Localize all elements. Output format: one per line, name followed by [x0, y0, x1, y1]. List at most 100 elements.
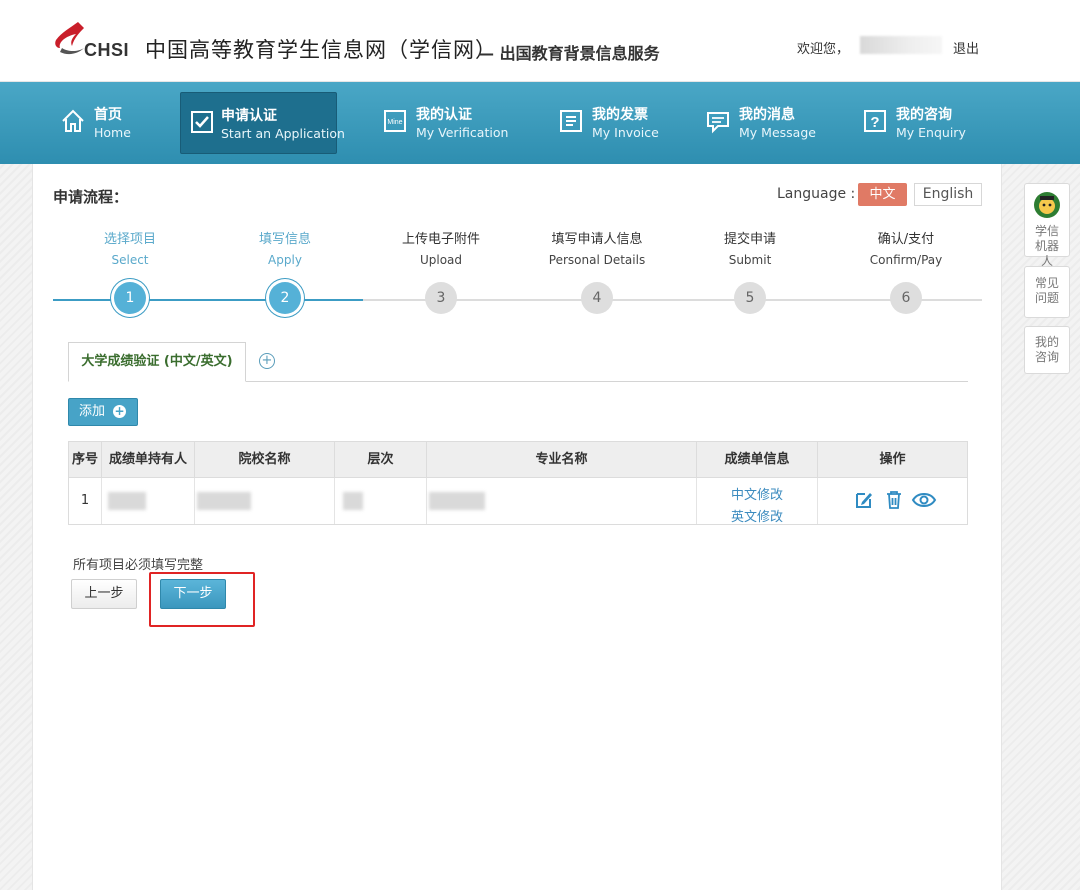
step-label-en: Apply — [268, 253, 302, 267]
lang-chinese-button[interactable]: 中文 — [858, 183, 907, 206]
logo-text: CHSI — [84, 40, 130, 60]
col-transcript-info: 成绩单信息 — [697, 442, 818, 478]
step-submit: 提交申请 Submit 5 — [680, 228, 820, 314]
site-header: CHSI 中国高等教育学生信息网（学信网） — 出国教育背景信息服务 欢迎您， … — [0, 0, 1080, 82]
step-number: 1 — [114, 282, 146, 314]
step-apply: 填写信息 Apply 2 — [215, 228, 355, 314]
next-button-highlight — [149, 572, 255, 627]
sidebar-robot-label: 学信机器人 — [1034, 224, 1059, 268]
records-table: 序号 成绩单持有人 院校名称 层次 专业名称 成绩单信息 操作 1 中文修改 英… — [68, 441, 968, 525]
step-number: 5 — [734, 282, 766, 314]
main-panel: 申请流程： Language : 中文 English 选择项目 Select … — [32, 164, 1002, 890]
checkbox-icon — [191, 111, 213, 133]
col-holder: 成绩单持有人 — [102, 442, 195, 478]
nav-enquiry-label: 我的咨询 — [896, 107, 952, 123]
major-redacted — [427, 478, 697, 524]
nav-message-label: 我的消息 — [739, 107, 795, 123]
sidebar-faq-label: 常见问题 — [1034, 276, 1059, 305]
step-label-cn: 填写申请人信息 — [551, 232, 643, 247]
nav-my-message[interactable]: 我的消息 My Message — [699, 92, 819, 154]
edit-icon[interactable] — [854, 490, 874, 510]
home-icon — [62, 109, 84, 132]
step-label-cn: 选择项目 — [103, 232, 156, 247]
mine-icon: Mine — [384, 110, 406, 132]
language-label: Language : — [777, 186, 856, 202]
nav-home-en: Home — [94, 125, 131, 140]
sidebar-faq[interactable]: 常见问题 — [1024, 266, 1070, 318]
nav-home[interactable]: 首页 Home — [54, 92, 144, 154]
previous-step-button[interactable]: 上一步 — [71, 579, 137, 609]
nav-verification-en: My Verification — [416, 125, 509, 140]
sidebar-enquiry[interactable]: 我的咨询 — [1024, 326, 1070, 374]
step-label-en: Select — [111, 253, 149, 267]
question-icon: ? — [864, 110, 886, 132]
transcript-links: 中文修改 英文修改 — [697, 478, 818, 525]
username-redacted — [860, 36, 942, 54]
nav-enquiry-en: My Enquiry — [896, 125, 966, 140]
nav-my-verification[interactable]: Mine 我的认证 My Verification — [376, 92, 516, 154]
nav-message-en: My Message — [739, 125, 816, 140]
svg-text:?: ? — [870, 114, 879, 131]
col-school: 院校名称 — [195, 442, 335, 478]
site-title: 中国高等教育学生信息网（学信网） — [145, 38, 497, 62]
view-eye-icon[interactable] — [911, 490, 937, 510]
logout-link[interactable]: 退出 — [953, 38, 979, 57]
add-tab-icon[interactable]: + — [259, 353, 275, 369]
step-confirm-pay: 确认/支付 Confirm/Pay 6 — [836, 228, 976, 314]
col-major: 专业名称 — [427, 442, 697, 478]
step-label-en: Submit — [728, 253, 772, 267]
step-label-en: Personal Details — [548, 253, 646, 267]
main-nav: 首页 Home 申请认证 Start an Application Mine 我… — [0, 82, 1080, 164]
table-header: 序号 成绩单持有人 院校名称 层次 专业名称 成绩单信息 操作 — [69, 442, 967, 478]
step-label-cn: 填写信息 — [258, 232, 311, 247]
row-actions — [818, 478, 967, 524]
lang-english-button[interactable]: English — [914, 183, 982, 206]
step-label-cn: 上传电子附件 — [401, 232, 480, 247]
nav-invoice-en: My Invoice — [592, 125, 659, 140]
nav-start-application[interactable]: 申请认证 Start an Application — [180, 92, 345, 154]
col-index: 序号 — [69, 442, 102, 478]
nav-invoice-label: 我的发票 — [592, 107, 648, 123]
step-label-cn: 提交申请 — [723, 232, 776, 247]
robot-avatar-icon — [1034, 192, 1060, 218]
nav-my-invoice[interactable]: 我的发票 My Invoice — [552, 92, 672, 154]
step-label-en: Confirm/Pay — [869, 253, 943, 267]
add-button[interactable]: 添加 + — [68, 398, 138, 426]
col-actions: 操作 — [879, 452, 906, 467]
delete-icon[interactable] — [885, 490, 903, 510]
step-number: 3 — [425, 282, 457, 314]
svg-text:Mine: Mine — [387, 119, 402, 126]
holder-redacted — [102, 478, 195, 524]
nav-verification-label: 我的认证 — [416, 107, 472, 123]
school-redacted — [195, 478, 335, 524]
step-select: 选择项目 Select 1 — [60, 228, 200, 314]
col-level: 层次 — [335, 442, 427, 478]
welcome-text: 欢迎您， — [797, 42, 850, 57]
tab-university-transcript[interactable]: 大学成绩验证 (中文/英文) — [68, 342, 246, 382]
step-label-en: Upload — [419, 253, 463, 267]
step-upload: 上传电子附件 Upload 3 — [371, 228, 511, 314]
edit-chinese-link[interactable]: 中文修改 — [697, 484, 817, 503]
nav-start-label: 申请认证 — [221, 108, 277, 124]
plus-circle-icon: + — [113, 404, 126, 418]
process-title: 申请流程： — [53, 188, 129, 206]
row-index: 1 — [69, 478, 102, 524]
site-subtitle: — 出国教育背景信息服务 — [478, 44, 660, 63]
nav-start-en: Start an Application — [221, 126, 345, 141]
step-number: 6 — [890, 282, 922, 314]
step-label-cn: 确认/支付 — [877, 232, 935, 247]
sidebar-robot[interactable]: 学信机器人 — [1024, 183, 1070, 268]
level-redacted — [335, 478, 427, 524]
sidebar-enquiry-label: 我的咨询 — [1034, 335, 1059, 364]
steps-progress — [53, 299, 363, 301]
message-icon — [707, 112, 729, 134]
edit-english-link[interactable]: 英文修改 — [697, 506, 817, 525]
step-number: 2 — [269, 282, 301, 314]
step-personal-details: 填写申请人信息 Personal Details 4 — [527, 228, 667, 314]
nav-my-enquiry[interactable]: ? 我的咨询 My Enquiry — [856, 92, 976, 154]
invoice-icon — [560, 110, 582, 132]
nav-home-label: 首页 — [94, 107, 122, 123]
add-button-label: 添加 — [79, 404, 106, 419]
required-note: 所有项目必须填写完整 — [73, 558, 204, 573]
step-number: 4 — [581, 282, 613, 314]
